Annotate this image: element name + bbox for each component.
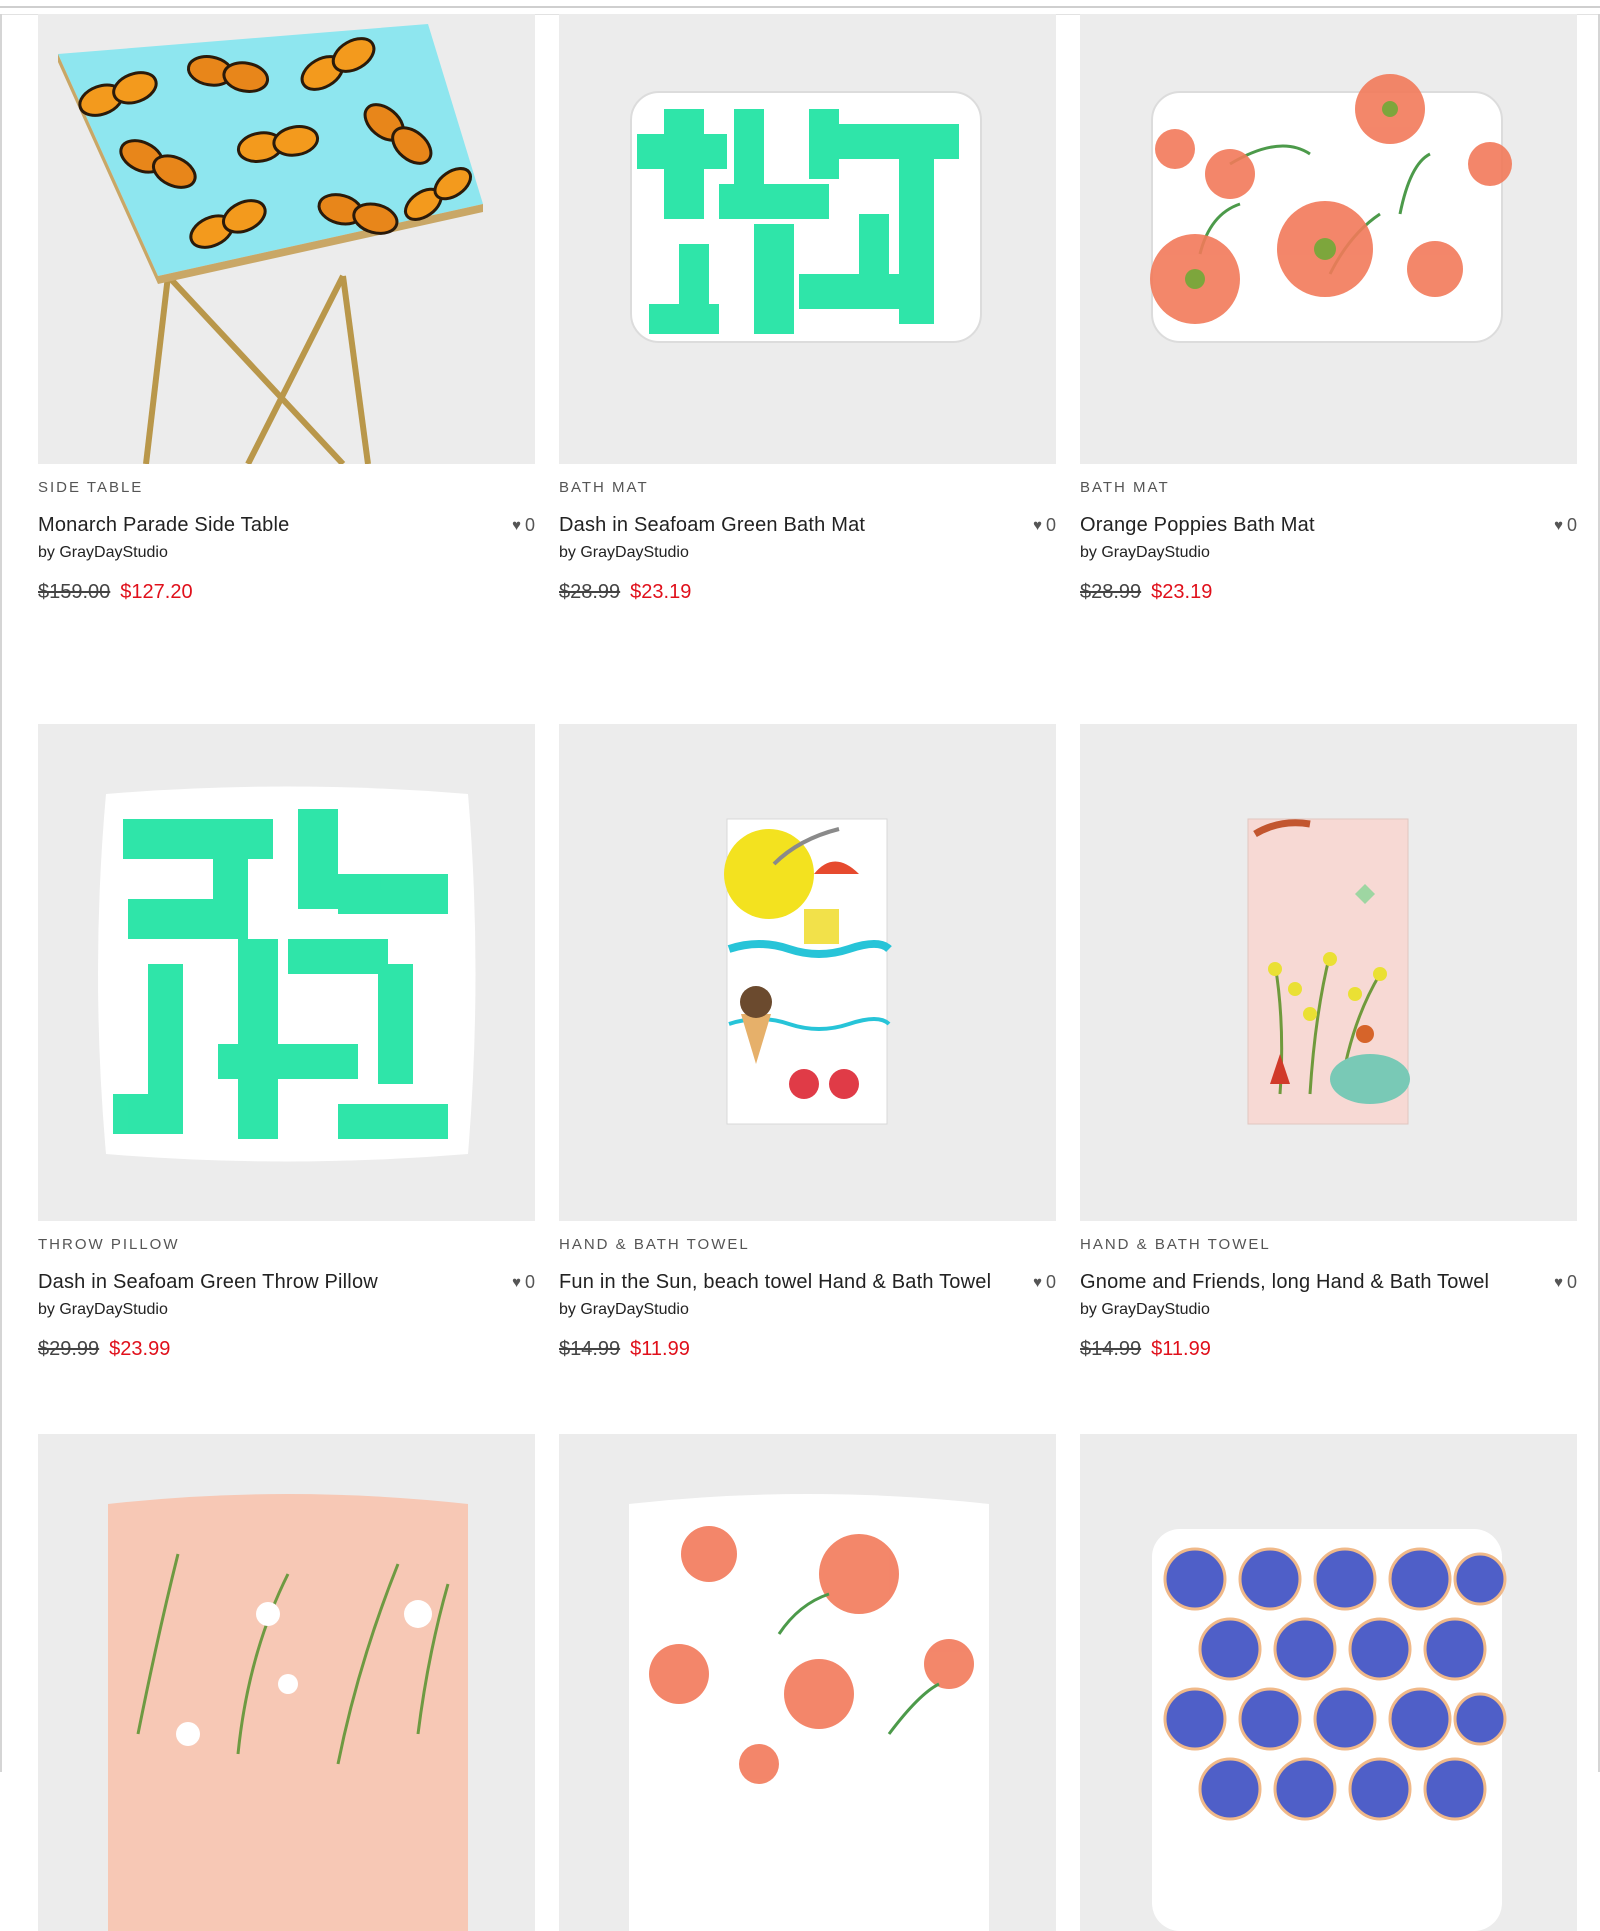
sale-price: $11.99 (1151, 1337, 1211, 1360)
sale-price: $11.99 (630, 1337, 690, 1360)
product-category: HAND & BATH TOWEL (1080, 1236, 1271, 1253)
product-title[interactable]: Orange Poppies Bath Mat (1080, 514, 1315, 537)
sale-price: $23.19 (630, 580, 692, 603)
product-image[interactable] (1080, 724, 1577, 1221)
product-title[interactable]: Fun in the Sun, beach towel Hand & Bath … (559, 1271, 991, 1294)
price-block: $14.99 $11.99 (559, 1335, 1056, 1363)
product-category: THROW PILLOW (38, 1236, 180, 1253)
product-artist[interactable]: by GrayDayStudio (38, 1299, 535, 1321)
product-card[interactable] (38, 1434, 535, 1931)
like-button[interactable]: ♥ 0 (512, 515, 535, 536)
product-image[interactable] (38, 1434, 535, 1931)
like-button[interactable]: ♥ 0 (1033, 1272, 1056, 1293)
like-count: 0 (1566, 514, 1577, 535)
product-category: BATH MAT (559, 479, 649, 496)
sale-price: $23.19 (1151, 580, 1213, 603)
price-block: $159.00 $127.20 (38, 578, 535, 606)
like-button[interactable]: ♥ 0 (1554, 1272, 1577, 1293)
product-title[interactable]: Dash in Seafoam Green Throw Pillow (38, 1271, 378, 1294)
sale-price: $127.20 (120, 580, 193, 603)
heart-icon: ♥ (512, 516, 521, 534)
original-price: $28.99 (1080, 580, 1142, 603)
heart-icon: ♥ (1554, 516, 1563, 534)
product-title[interactable]: Monarch Parade Side Table (38, 514, 289, 537)
heart-icon: ♥ (512, 1273, 521, 1291)
product-artist[interactable]: by GrayDayStudio (1080, 542, 1577, 564)
product-title[interactable]: Dash in Seafoam Green Bath Mat (559, 514, 865, 537)
product-category: HAND & BATH TOWEL (559, 1236, 750, 1253)
like-count: 0 (1045, 1271, 1056, 1292)
product-artist[interactable]: by GrayDayStudio (559, 542, 1056, 564)
sale-price: $23.99 (109, 1337, 171, 1360)
like-button[interactable]: ♥ 0 (1554, 515, 1577, 536)
like-count: 0 (1045, 514, 1056, 535)
product-title[interactable]: Gnome and Friends, long Hand & Bath Towe… (1080, 1271, 1489, 1294)
like-count: 0 (524, 1271, 535, 1292)
product-grid: SIDE TABLE Monarch Parade Side Table ♥ 0… (38, 14, 1577, 1931)
product-card[interactable] (559, 1434, 1056, 1931)
product-image[interactable] (1080, 14, 1577, 464)
product-category: BATH MAT (1080, 479, 1170, 496)
product-image[interactable] (38, 14, 535, 464)
product-image[interactable] (559, 1434, 1056, 1931)
product-card[interactable]: THROW PILLOW Dash in Seafoam Green Throw… (38, 724, 535, 1434)
product-image[interactable] (559, 14, 1056, 464)
price-block: $28.99 $23.19 (1080, 578, 1577, 606)
heart-icon: ♥ (1033, 1273, 1042, 1291)
like-count: 0 (524, 514, 535, 535)
product-artist[interactable]: by GrayDayStudio (1080, 1299, 1577, 1321)
like-button[interactable]: ♥ 0 (1033, 515, 1056, 536)
original-price: $29.99 (38, 1337, 100, 1360)
product-artist[interactable]: by GrayDayStudio (38, 542, 535, 564)
product-image[interactable] (38, 724, 535, 1221)
product-card[interactable]: BATH MAT Orange Poppies Bath Mat ♥ 0 by … (1080, 14, 1577, 724)
original-price: $28.99 (559, 580, 621, 603)
product-card[interactable]: HAND & BATH TOWEL Gnome and Friends, lon… (1080, 724, 1577, 1434)
product-artist[interactable]: by GrayDayStudio (559, 1299, 1056, 1321)
original-price: $159.00 (38, 580, 111, 603)
product-image[interactable] (1080, 1434, 1577, 1931)
price-block: $28.99 $23.19 (559, 578, 1056, 606)
product-category: SIDE TABLE (38, 479, 144, 496)
price-block: $29.99 $23.99 (38, 1335, 535, 1363)
product-card[interactable]: SIDE TABLE Monarch Parade Side Table ♥ 0… (38, 14, 535, 724)
like-count: 0 (1566, 1271, 1577, 1292)
top-rule (0, 6, 1600, 8)
left-edge (0, 14, 2, 1772)
original-price: $14.99 (559, 1337, 621, 1360)
heart-icon: ♥ (1554, 1273, 1563, 1291)
like-button[interactable]: ♥ 0 (512, 1272, 535, 1293)
price-block: $14.99 $11.99 (1080, 1335, 1577, 1363)
original-price: $14.99 (1080, 1337, 1142, 1360)
product-card[interactable]: BATH MAT Dash in Seafoam Green Bath Mat … (559, 14, 1056, 724)
product-card[interactable] (1080, 1434, 1577, 1931)
heart-icon: ♥ (1033, 516, 1042, 534)
product-card[interactable]: HAND & BATH TOWEL Fun in the Sun, beach … (559, 724, 1056, 1434)
product-image[interactable] (559, 724, 1056, 1221)
